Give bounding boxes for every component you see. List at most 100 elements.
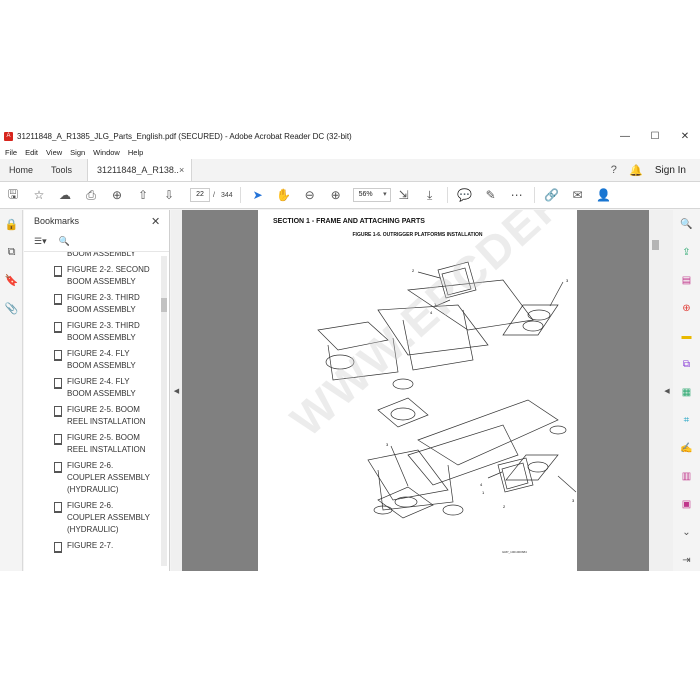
comment-tool-icon[interactable]: ▬ bbox=[673, 322, 700, 350]
menu-help[interactable]: Help bbox=[128, 148, 143, 157]
maximize-button[interactable]: ☐ bbox=[640, 131, 670, 142]
bookmark-icon bbox=[54, 542, 62, 553]
zoom-out-icon[interactable]: ⊖ bbox=[297, 185, 323, 205]
email-icon[interactable]: ✉ bbox=[565, 185, 591, 205]
menu-window[interactable]: Window bbox=[93, 148, 120, 157]
bookmark-item[interactable]: FIGURE 2-4. FLY BOOM ASSEMBLY bbox=[24, 374, 158, 402]
bookmark-item[interactable]: FIGURE 2-6. COUPLER ASSEMBLY (HYDRAULIC) bbox=[24, 458, 158, 498]
bookmark-icon bbox=[54, 294, 62, 305]
acrobat-logo-icon: A bbox=[4, 132, 13, 141]
print-icon[interactable]: ⎙ bbox=[78, 185, 104, 205]
bookmark-label: FIGURE 2-6. COUPLER ASSEMBLY (HYDRAULIC) bbox=[67, 461, 150, 494]
close-window-button[interactable]: ✕ bbox=[670, 131, 700, 142]
fit-page-icon[interactable]: ⇲ bbox=[391, 185, 417, 205]
callout-number: 2 bbox=[503, 504, 506, 509]
edit-pdf-icon[interactable]: ▥ bbox=[673, 462, 700, 490]
bookmark-item[interactable]: FIGURE 2-5. BOOM REEL INSTALLATION bbox=[24, 402, 158, 430]
protect-pdf-icon[interactable]: ▣ bbox=[673, 490, 700, 518]
bookmark-item[interactable]: FIGURE 2-4. FLY BOOM ASSEMBLY bbox=[24, 346, 158, 374]
acrobat-window: A 31211848_A_R1385_JLG_Parts_English.pdf… bbox=[0, 128, 700, 571]
notification-bell-icon[interactable]: 🔔 bbox=[625, 164, 647, 177]
bookmark-star-icon[interactable]: ☆ bbox=[26, 185, 52, 205]
close-panel-icon[interactable]: ✕ bbox=[151, 215, 169, 228]
page-number-input[interactable]: 22 bbox=[190, 188, 210, 202]
menu-sign[interactable]: Sign bbox=[70, 148, 85, 157]
tab-tools[interactable]: Tools bbox=[42, 159, 81, 181]
bookmark-options-icon[interactable]: ☰▾ bbox=[34, 236, 47, 247]
callout-number: 3 bbox=[386, 442, 389, 447]
export-pdf-icon[interactable]: ⇪ bbox=[673, 238, 700, 266]
toolbar-divider bbox=[533, 187, 535, 203]
bookmark-item[interactable]: FIGURE 2-7. bbox=[24, 538, 158, 554]
callout-number: 4 bbox=[480, 482, 483, 487]
drawing-code: GRP_1001000684 bbox=[502, 550, 527, 554]
bookmarks-panel-icon[interactable]: 🔖 bbox=[0, 266, 23, 294]
menu-file[interactable]: File bbox=[5, 148, 17, 157]
document-tab-label: 31211848_A_R138... bbox=[97, 165, 180, 175]
lock-icon[interactable]: 🔒 bbox=[0, 210, 23, 238]
combine-files-icon[interactable]: ⧉ bbox=[673, 350, 700, 378]
page-thumbnails-icon[interactable]: ⧉ bbox=[0, 238, 23, 266]
search-zoom-icon[interactable]: 🔍 bbox=[673, 210, 700, 238]
window-title: 31211848_A_R1385_JLG_Parts_English.pdf (… bbox=[17, 132, 352, 141]
collapse-tools-arrow-icon[interactable]: ⇥ bbox=[673, 546, 700, 571]
minimize-button[interactable]: — bbox=[610, 131, 640, 142]
bookmark-item[interactable]: BOOM ASSEMBLY bbox=[24, 252, 158, 262]
scrollbar-thumb[interactable] bbox=[652, 240, 659, 250]
bookmark-label: FIGURE 2-5. BOOM REEL INSTALLATION bbox=[67, 433, 146, 454]
page-total: 344 bbox=[220, 191, 233, 199]
tab-home[interactable]: Home bbox=[0, 159, 42, 181]
compress-pdf-icon[interactable]: ▦ bbox=[673, 378, 700, 406]
tab-document[interactable]: 31211848_A_R138... × bbox=[87, 159, 193, 181]
callout-number: 3 bbox=[572, 498, 575, 503]
bookmark-item[interactable]: FIGURE 2-3. THIRD BOOM ASSEMBLY bbox=[24, 290, 158, 318]
scroll-mode-icon[interactable]: ⤓ bbox=[417, 185, 443, 205]
highlight-pen-icon[interactable]: ✎ bbox=[478, 185, 504, 205]
right-tools-rail: 🔍 ⇪ ▤ ⊕ ▬ ⧉ ▦ ⌗ ✍ ▥ ▣ ⌄ ⇥ bbox=[673, 210, 700, 571]
bookmark-item[interactable]: FIGURE 2-6. COUPLER ASSEMBLY (HYDRAULIC) bbox=[24, 498, 158, 538]
bookmarks-scrollbar[interactable] bbox=[161, 256, 167, 566]
menu-view[interactable]: View bbox=[46, 148, 62, 157]
close-tab-button[interactable]: × bbox=[179, 165, 191, 175]
zoom-in-icon[interactable]: ⊕ bbox=[323, 185, 349, 205]
collapse-left-panel-arrow-icon[interactable]: ◀ bbox=[171, 210, 182, 571]
create-pdf-icon[interactable]: ⊕ bbox=[673, 294, 700, 322]
bookmark-item[interactable]: FIGURE 2-2. SECOND BOOM ASSEMBLY bbox=[24, 262, 158, 290]
find-bookmark-icon[interactable]: 🔍 bbox=[59, 236, 70, 247]
previous-page-icon[interactable]: ⇧ bbox=[130, 185, 156, 205]
more-tools-icon[interactable]: ⋯ bbox=[504, 185, 530, 205]
scrollbar-thumb[interactable] bbox=[161, 298, 167, 312]
bookmark-icon bbox=[54, 406, 62, 417]
collapse-right-panel-arrow-icon[interactable]: ◀ bbox=[661, 210, 673, 571]
toolbar-divider bbox=[446, 187, 448, 203]
menu-edit[interactable]: Edit bbox=[25, 148, 38, 157]
toolbar-divider bbox=[239, 187, 241, 203]
main-toolbar: 🖫 ☆ ☁ ⎙ ⊕ ⇧ ⇩ 22 / 344 ➤ ✋ ⊖ ⊕ 56% ⇲ ⤓ 💬… bbox=[0, 182, 700, 209]
expand-tools-chevron-icon[interactable]: ⌄ bbox=[673, 518, 700, 546]
bookmark-label: FIGURE 2-5. BOOM REEL INSTALLATION bbox=[67, 405, 146, 426]
scan-enhance-icon[interactable]: ⌗ bbox=[673, 406, 700, 434]
bookmark-item[interactable]: FIGURE 2-5. BOOM REEL INSTALLATION bbox=[24, 430, 158, 458]
attachments-paperclip-icon[interactable]: 📎 bbox=[0, 294, 23, 322]
document-scrollbar[interactable] bbox=[649, 210, 661, 571]
account-icon[interactable]: 👤 bbox=[591, 185, 617, 205]
link-icon[interactable]: 🔗 bbox=[539, 185, 565, 205]
bookmark-icon bbox=[54, 322, 62, 333]
sign-in-button[interactable]: Sign In bbox=[647, 165, 700, 176]
bookmark-label: FIGURE 2-4. FLY BOOM ASSEMBLY bbox=[67, 377, 136, 398]
help-icon[interactable]: ? bbox=[603, 164, 625, 176]
bookmarks-header: Bookmarks ✕ bbox=[24, 210, 169, 232]
organize-pages-icon[interactable]: ▤ bbox=[673, 266, 700, 294]
next-page-icon[interactable]: ⇩ bbox=[156, 185, 182, 205]
upload-cloud-icon[interactable]: ☁ bbox=[52, 185, 78, 205]
bookmark-item[interactable]: FIGURE 2-3. THIRD BOOM ASSEMBLY bbox=[24, 318, 158, 346]
fill-sign-icon[interactable]: ✍ bbox=[673, 434, 700, 462]
pdf-page: SECTION 1 - FRAME AND ATTACHING PARTS FI… bbox=[258, 210, 661, 571]
hand-tool-icon[interactable]: ✋ bbox=[271, 185, 297, 205]
save-icon[interactable]: 🖫 bbox=[0, 185, 26, 205]
zoom-search-icon[interactable]: ⊕ bbox=[104, 185, 130, 205]
bookmark-icon bbox=[54, 462, 62, 473]
select-cursor-icon[interactable]: ➤ bbox=[245, 185, 271, 205]
comment-icon[interactable]: 💬 bbox=[452, 185, 478, 205]
zoom-level-select[interactable]: 56% bbox=[352, 188, 391, 202]
